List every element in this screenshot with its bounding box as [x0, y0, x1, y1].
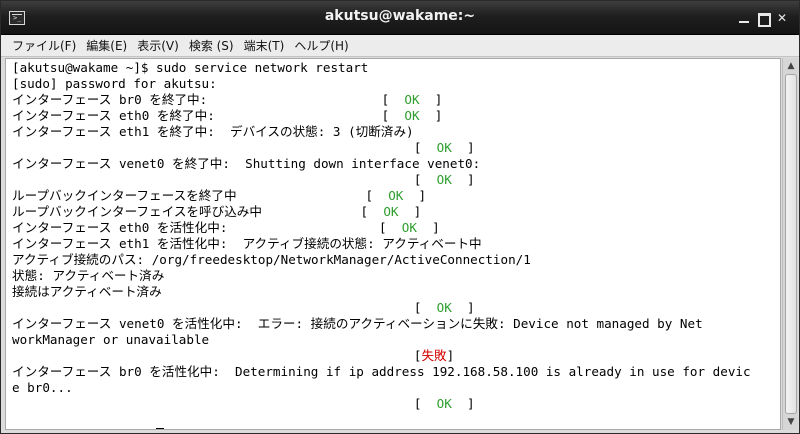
- status-ok: OK: [388, 188, 404, 203]
- status-ok: OK: [404, 92, 420, 107]
- menu-edit[interactable]: 編集(E): [81, 35, 132, 57]
- terminal-text-segment: ]: [419, 108, 443, 123]
- terminal-text-segment: 状態: アクティベート済み: [12, 268, 165, 283]
- terminal-line: workManager or unavailable: [12, 332, 751, 348]
- terminal-text-segment: [akutsu@wakame ~]$ sudo service network …: [12, 60, 369, 75]
- status-ok: OK: [436, 396, 452, 411]
- terminal-line: インターフェース eth0 を活性化中: [ OK ]: [12, 220, 751, 236]
- terminal-text-segment: インターフェース eth1 を終了中: デバイスの状態: 3 (切断済み): [12, 124, 414, 139]
- status-ok: OK: [404, 108, 420, 123]
- maximize-icon[interactable]: [756, 11, 771, 27]
- status-ok: OK: [401, 220, 417, 235]
- terminal-line: [ OK ]: [12, 140, 751, 156]
- terminal-text-segment: アクティブ接続のパス: /org/freedesktop/NetworkMana…: [12, 252, 531, 267]
- terminal-text-segment: e br0...: [12, 380, 73, 395]
- menu-file[interactable]: ファイル(F): [7, 35, 81, 57]
- terminal-text-segment: インターフェース eth1 を活性化中: アクティブ接続の状態: アクティベート…: [12, 236, 482, 251]
- menu-search[interactable]: 検索 (S): [184, 35, 239, 57]
- minimize-icon[interactable]: [737, 11, 751, 25]
- vertical-scrollbar[interactable]: ▲ ▼: [782, 58, 798, 430]
- terminal-text-segment: ]: [451, 300, 475, 315]
- terminal-line: [akutsu@wakame ~]$: [12, 428, 751, 429]
- terminal-line: インターフェース venet0 を活性化中: エラー: 接続のアクティベーション…: [12, 316, 751, 332]
- terminal-window: >_ akutsu@wakame:~ ✕ ファイル(F) 編集(E) 表示(V)…: [0, 0, 800, 434]
- terminal-line: インターフェース eth1 を終了中: デバイスの状態: 3 (切断済み): [12, 124, 751, 140]
- terminal-line: インターフェース eth1 を活性化中: アクティブ接続の状態: アクティベート…: [12, 236, 751, 252]
- terminal-text-segment: ]: [451, 396, 475, 411]
- terminal-text-segment: [: [12, 172, 437, 187]
- arrow-up-icon[interactable]: ▲: [784, 59, 798, 73]
- terminal-text-segment: ]: [446, 348, 455, 363]
- terminal-text-segment: インターフェース eth0 を活性化中: [: [12, 220, 402, 235]
- terminal-line: ループバックインターフェイスを呼び込み中 [ OK ]: [12, 204, 751, 220]
- terminal-text-segment: [sudo] password for akutsu:: [12, 76, 217, 91]
- terminal-line: [ OK ]: [12, 396, 751, 412]
- terminal-text-segment: ループバックインターフェイスを呼び込み中 [: [12, 204, 384, 219]
- close-icon[interactable]: ✕: [775, 11, 789, 25]
- status-fail: 失敗: [421, 348, 447, 363]
- terminal-line: インターフェース venet0 を終了中: Shutting down inte…: [12, 156, 751, 172]
- terminal-line: [失敗]: [12, 348, 751, 364]
- terminal-line: [sudo] password for akutsu:: [12, 76, 751, 92]
- terminal-text-segment: インターフェース eth0 を終了中: [: [12, 108, 405, 123]
- terminal-line: [akutsu@wakame ~]$ sudo service network …: [12, 60, 751, 76]
- terminal-line: [ OK ]: [12, 172, 751, 188]
- terminal-line: 接続はアクティベート済み: [12, 284, 751, 300]
- menu-terminal[interactable]: 端末(T): [239, 35, 290, 57]
- text-cursor: [156, 428, 165, 429]
- terminal-line: インターフェース br0 を終了中: [ OK ]: [12, 92, 751, 108]
- terminal-text-segment: 接続はアクティベート済み: [12, 284, 162, 299]
- terminal-text-segment: ]: [451, 140, 475, 155]
- terminal-text-segment: インターフェース br0 を活性化中: Determining if ip ad…: [12, 364, 751, 379]
- window-title: akutsu@wakame:~: [324, 8, 476, 24]
- terminal-line: インターフェース br0 を活性化中: Determining if ip ad…: [12, 364, 751, 380]
- terminal-text-segment: ]: [419, 92, 443, 107]
- scrollbar-thumb[interactable]: [785, 74, 797, 414]
- terminal-text-segment: [: [12, 396, 437, 411]
- terminal-output[interactable]: [akutsu@wakame ~]$ sudo service network …: [5, 58, 781, 430]
- terminal-line: インターフェース eth0 を終了中: [ OK ]: [12, 108, 751, 124]
- terminal-line: 状態: アクティベート済み: [12, 268, 751, 284]
- status-ok: OK: [436, 140, 452, 155]
- status-ok: OK: [383, 204, 399, 219]
- terminal-text-segment: [: [12, 140, 437, 155]
- title-bar[interactable]: >_ akutsu@wakame:~ ✕: [1, 1, 799, 35]
- terminal-text-segment: [: [12, 300, 437, 315]
- terminal-text-segment: [akutsu@wakame ~]$: [12, 428, 156, 429]
- terminal-text: [akutsu@wakame ~]$ sudo service network …: [12, 60, 751, 429]
- terminal-text-segment: ]: [451, 172, 475, 187]
- terminal-text-segment: ]: [398, 204, 422, 219]
- terminal-text-segment: インターフェース br0 を終了中: [: [12, 92, 405, 107]
- terminal-line: e br0...: [12, 380, 751, 396]
- menu-help[interactable]: ヘルプ(H): [289, 35, 353, 57]
- arrow-down-icon[interactable]: ▼: [784, 415, 798, 429]
- menu-bar: ファイル(F) 編集(E) 表示(V) 検索 (S) 端末(T) ヘルプ(H): [1, 35, 799, 57]
- terminal-text-segment: ]: [416, 220, 440, 235]
- terminal-text-segment: インターフェース venet0 を活性化中: エラー: 接続のアクティベーション…: [12, 316, 703, 331]
- status-ok: OK: [436, 172, 452, 187]
- terminal-text-segment: ループバックインターフェースを終了中 [: [12, 188, 389, 203]
- terminal-line: アクティブ接続のパス: /org/freedesktop/NetworkMana…: [12, 252, 751, 268]
- status-ok: OK: [436, 300, 452, 315]
- terminal-line: ループバックインターフェースを終了中 [ OK ]: [12, 188, 751, 204]
- terminal-text-segment: ]: [403, 188, 427, 203]
- terminal-line: [ OK ]: [12, 300, 751, 316]
- terminal-text-segment: [: [12, 348, 422, 363]
- terminal-text-segment: workManager or unavailable: [12, 332, 210, 347]
- menu-view[interactable]: 表示(V): [132, 35, 184, 57]
- terminal-text-segment: インターフェース venet0 を終了中: Shutting down inte…: [12, 156, 481, 171]
